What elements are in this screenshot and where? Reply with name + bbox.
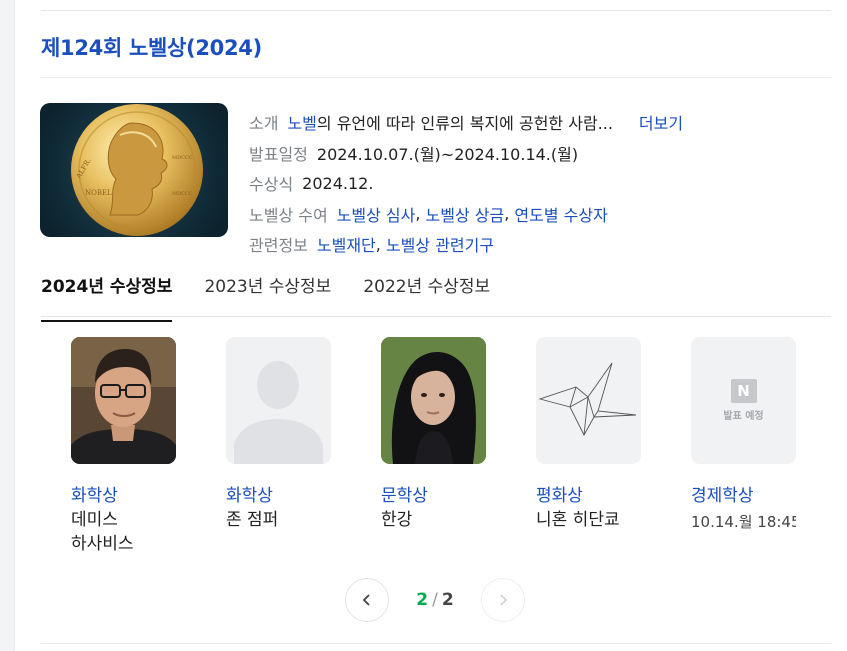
announce-label: 발표일정 [249,144,308,164]
pending-text: 발표 예정 [723,411,764,422]
prev-button[interactable] [345,578,389,622]
winner-prize[interactable]: 화학상 [226,484,381,508]
year-tabs: 2024년 수상정보 2023년 수상정보 2022년 수상정보 [41,272,522,322]
winner-name[interactable]: 데미스 [71,508,226,532]
total-pages: 2 [441,590,454,610]
winner-card[interactable]: 화학상 존 점퍼 [226,337,381,556]
link-prize-money[interactable]: 노벨상 상금 [426,202,505,226]
link-related-orgs[interactable]: 노벨상 관련기구 [386,232,494,256]
svg-text:MDCCC: MDCCC [172,191,193,197]
page-title[interactable]: 제124회 노벨상(2024) [41,32,262,62]
announce-row: 발표일정 2024.10.07.(월)~2024.10.14.(월) [249,138,683,169]
medal-icon: ALFR. NOBEL MDCCC MDCCC [71,104,203,236]
winners-list: 화학상 데미스 하사비스 화학상 존 점퍼 문학상 한강 평화상 니혼 히단쿄 … [71,337,846,556]
ceremony-label: 수상식 [249,175,294,195]
winner-card[interactable]: 화학상 데미스 하사비스 [71,337,226,556]
svg-text:NOBEL: NOBEL [85,189,112,197]
intro-row: 소개 노벨 의 유언에 따라 인류의 복지에 공헌한 사람... 더보기 [249,107,683,138]
winner-prize[interactable]: 평화상 [536,484,691,508]
nobel-prize-card: 제124회 노벨상(2024) ALFR. NOBEL MDCCC MDCCC … [14,0,847,651]
link-foundation[interactable]: 노벨재단 [317,232,376,256]
winner-prize[interactable]: 경제학상 [691,484,846,508]
related-row: 관련정보 노벨재단, 노벨상 관련기구 [249,229,683,260]
winner-card[interactable]: N 발표 예정 경제학상 10.14.월 18:45 [691,337,846,556]
more-button[interactable]: 더보기 [639,110,683,134]
announce-value: 2024.10.07.(월)~2024.10.14.(월) [316,144,579,164]
nobel-link[interactable]: 노벨 [287,110,316,134]
page-separator: / [432,590,438,610]
pending-placeholder[interactable]: N 발표 예정 [691,337,796,464]
pagination: 2/2 [345,578,525,622]
page-indicator: 2/2 [389,590,481,610]
related-label: 관련정보 [249,236,308,256]
intro-label: 소개 [249,114,279,134]
chevron-right-icon [500,594,508,606]
link-laureates-by-year[interactable]: 연도별 수상자 [514,202,607,226]
title-divider [41,77,831,78]
top-divider [41,10,831,11]
winner-card[interactable]: 문학상 한강 [381,337,536,556]
winner-photo[interactable] [226,337,331,464]
winner-photo[interactable] [536,337,641,464]
ceremony-value: 2024.12. [302,173,374,193]
award-label: 노벨상 수여 [249,205,328,225]
naver-logo-icon: N [730,379,757,403]
person-silhouette-icon [226,337,331,464]
bottom-divider [41,643,831,644]
person-photo-icon [381,337,486,464]
next-button[interactable] [481,578,525,622]
tabs-divider [41,316,831,317]
tab-2023[interactable]: 2023년 수상정보 [204,272,331,322]
chevron-left-icon [362,594,370,606]
winner-name[interactable]: 한강 [381,508,536,532]
winner-name[interactable]: 존 점퍼 [226,508,381,532]
announce-date: 10.14.월 18:45 [691,513,796,531]
paper-crane-icon [536,337,641,464]
tab-2022[interactable]: 2022년 수상정보 [363,272,490,322]
winner-name[interactable]: 니혼 히단쿄 [536,508,691,532]
nobel-medal-image[interactable]: ALFR. NOBEL MDCCC MDCCC [40,103,228,237]
prize-info: 소개 노벨 의 유언에 따라 인류의 복지에 공헌한 사람... 더보기 발표일… [249,107,683,260]
person-photo-icon [71,337,176,464]
award-row: 노벨상 수여 노벨상 심사, 노벨상 상금, 연도별 수상자 [249,199,683,230]
intro-text: 의 유언에 따라 인류의 복지에 공헌한 사람... [316,114,613,134]
current-page: 2 [416,590,429,610]
winner-prize[interactable]: 화학상 [71,484,226,508]
tab-2024[interactable]: 2024년 수상정보 [41,272,173,322]
winner-photo[interactable] [71,337,176,464]
winner-name-line2[interactable]: 하사비스 [71,532,226,556]
link-review[interactable]: 노벨상 심사 [337,202,416,226]
winner-photo[interactable] [381,337,486,464]
winner-prize[interactable]: 문학상 [381,484,536,508]
winner-card[interactable]: 평화상 니혼 히단쿄 [536,337,691,556]
ceremony-row: 수상식 2024.12. [249,168,683,199]
svg-text:MDCCC: MDCCC [172,155,193,161]
